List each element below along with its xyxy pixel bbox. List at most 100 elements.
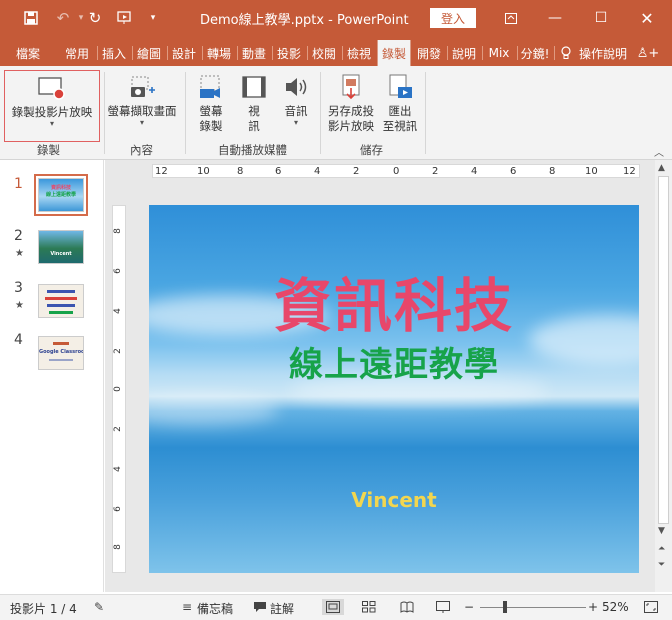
tab-home[interactable]: 常用	[60, 40, 94, 66]
notes-icon[interactable]: ≡	[178, 599, 196, 615]
video-button[interactable]: 視 訊	[236, 70, 272, 134]
comments-icon[interactable]	[251, 599, 269, 615]
login-button[interactable]: 登入	[430, 8, 476, 28]
horizontal-ruler: 12 10 8 6 4 2 0 2 4 6 8 10 12	[152, 164, 640, 178]
tab-mix[interactable]: Mix	[483, 40, 515, 66]
ribbon-display-options-icon[interactable]	[496, 4, 526, 32]
slide-thumbnail-pane: 1 資訊科技 線上遠距教學 2 ★ Vincent 3 ★ 4 Google C…	[0, 160, 104, 592]
tell-me-search[interactable]: 操作說明	[576, 40, 630, 66]
vertical-scrollbar[interactable]: ▲ ▼ ⏶ ⏷	[655, 160, 672, 592]
tab-file[interactable]: 檔案	[6, 40, 50, 66]
ruler-tick: 2	[432, 166, 439, 177]
export-video-label-1: 匯出	[388, 104, 412, 118]
scrollbar-thumb[interactable]	[658, 176, 669, 524]
slide-subtitle[interactable]: 線上遠距教學	[149, 337, 639, 386]
ruler-tick: 6	[510, 166, 517, 177]
ruler-tick: 2	[112, 348, 123, 354]
minimize-icon[interactable]: —	[540, 4, 570, 32]
thumb-title: 資訊科技	[50, 185, 71, 191]
spelling-check-icon[interactable]: ✎	[90, 599, 108, 615]
tab-review[interactable]: 校閱	[308, 40, 340, 66]
vertical-ruler: 8 6 4 2 0 2 4 6 8	[112, 205, 126, 573]
video-label-2: 訊	[248, 119, 260, 133]
tab-storyboard[interactable]: 分鏡!	[518, 40, 552, 66]
tab-developer[interactable]: 開發	[413, 40, 445, 66]
lightbulb-icon[interactable]	[558, 40, 574, 66]
slide-title[interactable]: 資訊科技	[149, 259, 639, 343]
window-title: Demo線上教學.pptx - PowerPoint	[200, 13, 409, 28]
screen-recording-label-2: 錄製	[199, 119, 223, 133]
maximize-icon[interactable]: ☐	[586, 4, 616, 32]
zoom-level[interactable]: 52%	[602, 600, 629, 614]
scroll-up-icon[interactable]: ▲	[658, 163, 665, 173]
present-from-start-icon[interactable]	[114, 7, 136, 29]
tab-draw[interactable]: 繪圖	[133, 40, 165, 66]
slide-canvas[interactable]: 資訊科技 線上遠距教學 Vincent	[149, 205, 639, 573]
ruler-tick: 2	[112, 426, 123, 432]
tab-insert[interactable]: 插入	[98, 40, 130, 66]
close-icon[interactable]: ✕	[632, 4, 662, 32]
share-icon[interactable]: ♙+	[636, 40, 660, 66]
ruler-tick: 8	[112, 228, 123, 234]
normal-view-icon[interactable]	[322, 599, 344, 615]
tab-slideshow[interactable]: 投影	[273, 40, 305, 66]
screen-recording-button[interactable]: 螢幕 錄製	[192, 70, 230, 134]
customize-qat-icon[interactable]: ▾	[142, 7, 164, 29]
zoom-out-button[interactable]: −	[464, 600, 474, 614]
slide-sorter-view-icon[interactable]	[360, 599, 378, 615]
slide-thumbnail-3[interactable]	[38, 284, 84, 318]
tab-recording[interactable]: 錄製	[377, 40, 411, 66]
tab-transitions[interactable]: 轉場	[203, 40, 235, 66]
thumb-subtitle: Vincent	[50, 251, 72, 257]
tab-animations[interactable]: 動畫	[238, 40, 270, 66]
tab-design[interactable]: 設計	[168, 40, 200, 66]
audio-button[interactable]: 音訊 ▾	[276, 70, 316, 127]
comments-button[interactable]: 註解	[270, 600, 294, 617]
thumb-number-2: 2	[14, 228, 23, 244]
ruler-tick: 8	[112, 544, 123, 550]
scroll-down-icon[interactable]: ▼	[658, 526, 665, 536]
tab-help[interactable]: 說明	[448, 40, 480, 66]
ruler-tick: 10	[197, 166, 210, 177]
record-slideshow-icon	[35, 71, 69, 105]
zoom-slider[interactable]	[480, 607, 586, 608]
status-bar: 投影片 1 / 4 ✎ ≡ 備忘稿 註解 − + 52%	[0, 594, 672, 620]
reading-view-icon[interactable]	[398, 599, 416, 615]
redo-icon[interactable]: ↻	[84, 7, 106, 29]
ruler-tick: 6	[275, 166, 282, 177]
save-as-show-label-1: 另存成投	[328, 104, 374, 118]
zoom-in-button[interactable]: +	[588, 600, 598, 614]
export-to-video-button[interactable]: 匯出 至視訊	[380, 70, 420, 134]
thumb-subtitle: 線上遠距教學	[45, 192, 76, 198]
next-slide-icon[interactable]: ⏷	[658, 560, 665, 570]
save-as-show-button[interactable]: 另存成投 影片放映	[324, 70, 378, 134]
video-label-1: 視	[248, 104, 260, 118]
slide-thumbnail-2[interactable]: Vincent	[38, 230, 84, 264]
previous-slide-icon[interactable]: ⏶	[658, 544, 665, 554]
ruler-tick: 4	[112, 466, 123, 472]
slide-thumbnail-4[interactable]: Google Classroom	[38, 336, 84, 370]
screen-recording-label-1: 螢幕	[199, 104, 223, 118]
ruler-tick: 2	[353, 166, 360, 177]
notes-button[interactable]: 備忘稿	[197, 600, 233, 617]
save-icon[interactable]	[20, 7, 42, 29]
screenshot-button[interactable]: 螢幕擷取畫面 ▾	[104, 70, 180, 127]
animation-star-icon: ★	[15, 248, 24, 259]
collapse-ribbon-icon[interactable]: ︿	[654, 144, 664, 159]
ruler-tick: 8	[237, 166, 244, 177]
film-strip-icon	[237, 70, 271, 104]
record-slideshow-label: 錄製投影片放映	[11, 105, 93, 119]
ruler-tick: 4	[314, 166, 321, 177]
ribbon: 錄製投影片放映 ▾ 錄製 螢幕擷取畫面 ▾ 內容 螢幕 錄製 視 訊 音訊 ▾ …	[0, 66, 672, 160]
record-slideshow-button[interactable]: 錄製投影片放映 ▾	[4, 70, 100, 142]
ruler-tick: 10	[585, 166, 598, 177]
save-as-show-label-2: 影片放映	[328, 119, 374, 133]
slideshow-view-icon[interactable]	[434, 599, 452, 615]
animation-star-icon: ★	[15, 300, 24, 311]
fit-slide-to-window-icon[interactable]	[642, 599, 660, 615]
slide-thumbnail-1[interactable]: 資訊科技 線上遠距教學	[34, 174, 88, 216]
tab-view[interactable]: 檢視	[343, 40, 375, 66]
zoom-slider-handle[interactable]	[503, 601, 507, 613]
group-label-record: 錄製	[37, 143, 60, 157]
slide-author[interactable]: Vincent	[149, 488, 639, 512]
